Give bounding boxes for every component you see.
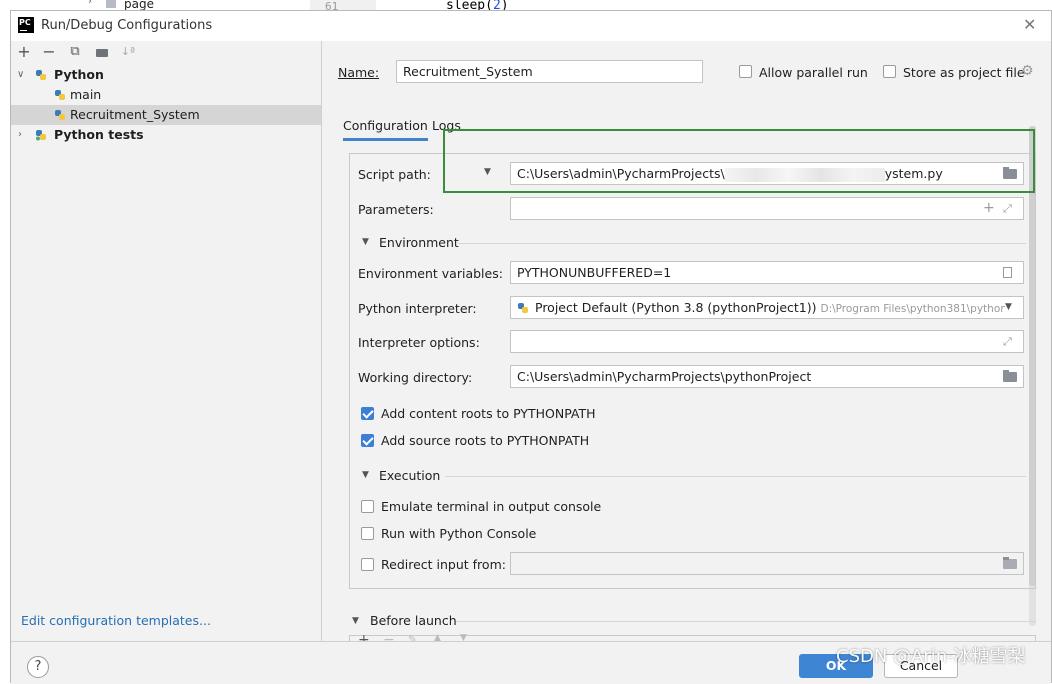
configuration-panel: Script path: ▼ C:\Users\admin\PycharmPro… (349, 153, 1036, 589)
working-dir-label: Working directory: (358, 370, 473, 385)
chevron-down-icon[interactable]: ∨ (17, 65, 24, 85)
emulate-terminal-label: Emulate terminal in output console (381, 499, 602, 514)
folder-icon[interactable] (1003, 370, 1017, 382)
execution-section-title: Execution (379, 468, 441, 483)
store-project-label: Store as project file (903, 65, 1025, 80)
chevron-right-icon: › (88, 0, 92, 7)
add-content-roots-label: Add content roots to PYTHONPATH (381, 406, 596, 421)
before-launch-title: Before launch (370, 613, 457, 628)
remove-config-button[interactable]: − (38, 41, 60, 63)
watermark: CSDN @Arin-冰糖雪梨 (836, 646, 1026, 667)
redirect-input-label: Redirect input from: (381, 557, 506, 572)
tree-group-python-tests[interactable]: › Python tests (11, 125, 321, 145)
tree-label: Python tests (54, 127, 144, 142)
python-icon (518, 303, 528, 313)
run-with-console-label: Run with Python Console (381, 526, 537, 541)
chevron-down-icon[interactable]: ▼ (362, 237, 369, 247)
chevron-down-icon[interactable]: ▼ (1005, 297, 1023, 318)
sort-icon[interactable]: ↓ª (117, 41, 139, 63)
new-folder-icon[interactable] (91, 41, 113, 63)
env-vars-label: Environment variables: (358, 266, 503, 281)
store-project-checkbox[interactable] (883, 65, 896, 78)
interp-options-input[interactable]: ⤢ (510, 330, 1024, 353)
expand-icon[interactable]: ⤢ (1003, 198, 1012, 219)
python-icon (55, 110, 65, 120)
env-vars-input[interactable]: PYTHONUNBUFFERED=1 (510, 261, 1024, 284)
add-source-roots-label: Add source roots to PYTHONPATH (381, 433, 590, 448)
parameters-input[interactable]: + ⤢ (510, 197, 1024, 220)
working-dir-value: C:\Users\admin\PycharmProjects\pythonPro… (517, 369, 812, 384)
python-icon (36, 70, 46, 80)
emulate-terminal-checkbox[interactable] (361, 500, 374, 513)
python-icon (55, 90, 65, 100)
python-tests-icon (36, 130, 46, 141)
highlight-annotation-box (443, 129, 1035, 193)
dialog-title: Run/Debug Configurations (41, 18, 213, 33)
interpreter-path: D:\Program Files\python381\python.exe (820, 303, 1024, 315)
section-divider (458, 243, 1026, 244)
add-source-roots-checkbox[interactable] (361, 434, 374, 447)
interpreter-value: Project Default (Python 3.8 (pythonProje… (535, 300, 817, 315)
tree-item-recruitment-system[interactable]: Recruitment_System (11, 105, 321, 125)
environment-section-title: Environment (379, 235, 459, 250)
folder-icon[interactable] (1003, 557, 1017, 569)
name-label: Name: (338, 65, 380, 80)
section-divider (445, 476, 1026, 477)
interpreter-label: Python interpreter: (358, 301, 477, 316)
interpreter-select[interactable]: Project Default (Python 3.8 (pythonProje… (510, 296, 1024, 319)
allow-parallel-checkbox[interactable] (739, 65, 752, 78)
tree-item-main[interactable]: main (11, 85, 321, 105)
folder-icon (106, 0, 116, 8)
document-icon[interactable] (1003, 267, 1012, 278)
expand-icon[interactable]: ⤢ (1003, 331, 1012, 352)
config-toolbar: + − ⧉ ↓ª (11, 41, 321, 65)
pycharm-app-icon: PC (18, 17, 34, 33)
gear-icon[interactable]: ⚙ (1021, 63, 1034, 79)
name-input[interactable]: Recruitment_System (396, 60, 703, 83)
redirect-input-field[interactable] (510, 552, 1024, 575)
edit-templates-link[interactable]: Edit configuration templates... (21, 613, 211, 628)
parameters-label: Parameters: (358, 202, 434, 217)
chevron-down-icon[interactable]: ▼ (352, 616, 359, 626)
chevron-right-icon[interactable]: › (18, 125, 22, 145)
tab-configuration[interactable]: Configuration (343, 118, 428, 141)
copy-config-icon[interactable]: ⧉ (64, 41, 86, 63)
working-dir-input[interactable]: C:\Users\admin\PycharmProjects\pythonPro… (510, 365, 1024, 388)
add-content-roots-checkbox[interactable] (361, 407, 374, 420)
env-vars-value: PYTHONUNBUFFERED=1 (517, 265, 672, 280)
tree-label: Python (54, 67, 104, 82)
run-with-console-checkbox[interactable] (361, 527, 374, 540)
redirect-input-checkbox[interactable] (361, 558, 374, 571)
script-path-label: Script path: (358, 167, 431, 182)
tree-label: Recruitment_System (70, 107, 200, 122)
interp-options-label: Interpreter options: (358, 335, 480, 350)
chevron-down-icon[interactable]: ▼ (362, 470, 369, 480)
tree-group-python[interactable]: ∨ Python (11, 65, 321, 85)
close-icon[interactable]: ✕ (1023, 15, 1036, 34)
add-config-button[interactable]: + (13, 41, 35, 63)
allow-parallel-label: Allow parallel run (759, 65, 868, 80)
title-bar: PC Run/Debug Configurations ✕ (11, 11, 1051, 41)
run-debug-dialog: PC Run/Debug Configurations ✕ + − ⧉ ↓ª ∨… (10, 10, 1052, 684)
tree-label: main (70, 87, 102, 102)
section-divider (456, 621, 1036, 622)
plus-icon[interactable]: + (983, 198, 995, 219)
help-button[interactable]: ? (27, 656, 49, 678)
